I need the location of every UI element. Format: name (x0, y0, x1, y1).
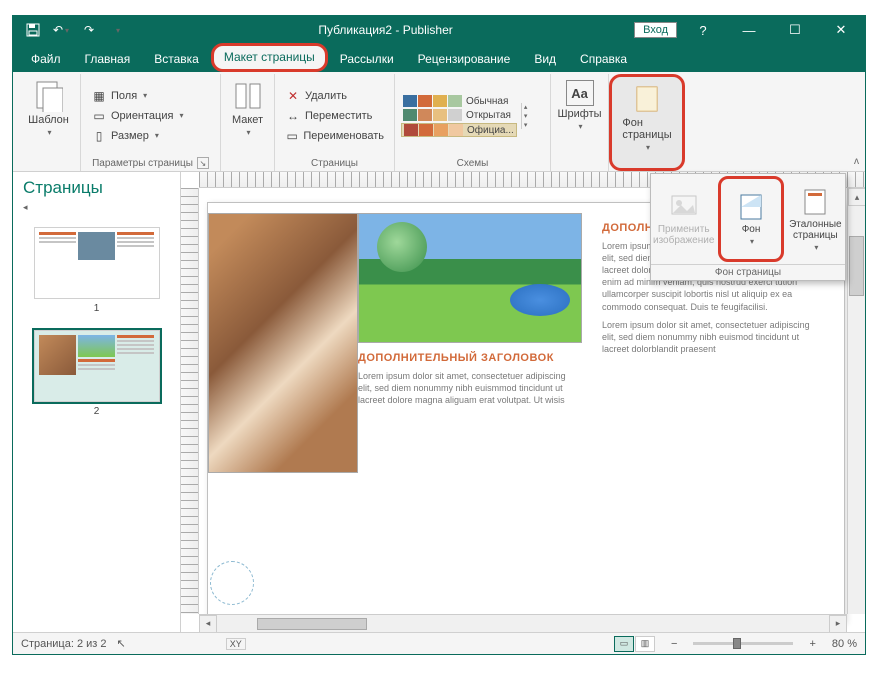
zoom-slider[interactable] (693, 642, 793, 645)
apply-image-icon (669, 192, 699, 222)
undo-icon[interactable]: ↶▾ (49, 18, 73, 42)
cursor-pos-icon: ↖ (117, 637, 126, 650)
nav-title: Страницы (23, 178, 170, 198)
redo-icon[interactable]: ↷ (77, 18, 101, 42)
rename-page-button[interactable]: ▭Переименовать (281, 127, 388, 145)
apply-image-button: Применить изображение (651, 174, 716, 264)
body-text-1[interactable]: Lorem ipsum dolor sit amet, consectetuer… (358, 370, 582, 406)
heading-1[interactable]: ДОПОЛНИТЕЛЬНЫЙ ЗАГОЛОВОК (358, 351, 582, 366)
zoom-out-button[interactable]: − (665, 638, 683, 650)
master-pages-button[interactable]: Эталонные страницы▾ (786, 174, 845, 264)
fonts-button[interactable]: Aa Шрифты▾ (557, 76, 602, 135)
page-indicator[interactable]: Страница: 2 из 2 (21, 638, 107, 650)
size-icon: ▯ (91, 128, 107, 144)
template-icon (33, 80, 65, 112)
template-button[interactable]: Шаблон▾ (23, 76, 74, 141)
ribbon-tabs: Файл Главная Вставка Макет страницы Расс… (13, 44, 865, 72)
maximize-icon[interactable]: ☐ (775, 16, 815, 44)
image-nature[interactable] (358, 213, 582, 343)
delete-icon: ✕ (285, 88, 301, 104)
scheme-open[interactable]: Открытая (401, 109, 517, 121)
object-pos-icon: XY (226, 638, 246, 650)
page-background-button[interactable]: Фон страницы▾ (618, 79, 676, 156)
tab-review[interactable]: Рецензирование (406, 47, 523, 72)
tab-home[interactable]: Главная (73, 47, 143, 72)
close-icon[interactable]: ✕ (821, 16, 861, 44)
orientation-icon: ▭ (91, 108, 107, 124)
margins-button[interactable]: ▦Поля▾ (87, 87, 214, 105)
layout-button[interactable]: Макет▾ (227, 76, 268, 141)
page-navigation-pane: Страницы ◂ 1 2 (13, 172, 181, 632)
login-button[interactable]: Вход (634, 22, 677, 38)
tab-file[interactable]: Файл (19, 47, 73, 72)
help-icon[interactable]: ? (683, 16, 723, 44)
delete-page-button[interactable]: ✕Удалить (281, 87, 388, 105)
image-books[interactable] (208, 213, 358, 473)
view-single-icon[interactable]: ▭ (614, 636, 634, 652)
titlebar: ↶▾ ↷ ▾ Публикация2 - Publisher Вход ? — … (13, 16, 865, 44)
tab-help[interactable]: Справка (568, 47, 639, 72)
page-thumb-2[interactable] (34, 330, 160, 402)
size-button[interactable]: ▯Размер▾ (87, 127, 214, 145)
tab-view[interactable]: Вид (522, 47, 568, 72)
zoom-level[interactable]: 80 % (832, 638, 857, 650)
scrollbar-horizontal[interactable]: ◂▸ (199, 614, 847, 632)
background-icon (736, 192, 766, 222)
master-pages-icon (800, 187, 830, 217)
scheme-official[interactable]: Официа... (401, 123, 517, 137)
ribbon-collapse-icon[interactable]: ʌ (854, 156, 859, 167)
statusbar: Страница: 2 из 2 ↖ XY ▭ ▥ − + 80 % (13, 632, 865, 654)
guide-circle (210, 561, 254, 605)
orientation-button[interactable]: ▭Ориентация▾ (87, 107, 214, 125)
page-background-icon (631, 83, 663, 115)
thumb-1-label: 1 (23, 301, 170, 320)
popup-footer: Фон страницы (651, 264, 845, 280)
ruler-vertical (181, 188, 199, 614)
page-params-launcher[interactable]: ↘ (197, 157, 209, 169)
window-title: Публикация2 - Publisher (137, 23, 634, 37)
move-icon: ↔ (285, 108, 301, 124)
page-thumb-1[interactable] (34, 227, 160, 299)
page-background-popup: Применить изображение Фон▾ Эталонные стр… (650, 173, 846, 281)
scheme-gallery-expand[interactable]: ▴▾▾ (521, 103, 530, 129)
scheme-normal[interactable]: Обычная (401, 95, 517, 107)
rename-icon: ▭ (285, 128, 299, 144)
app-window: ↶▾ ↷ ▾ Публикация2 - Publisher Вход ? — … (12, 15, 866, 655)
minimize-icon[interactable]: — (729, 16, 769, 44)
zoom-in-button[interactable]: + (803, 638, 821, 650)
body-text-3[interactable]: Lorem ipsum dolor sit amet, consectetuer… (602, 319, 826, 355)
tab-mailings[interactable]: Рассылки (328, 47, 406, 72)
layout-icon (232, 80, 264, 112)
view-spread-icon[interactable]: ▥ (635, 636, 655, 652)
qat-customize-icon[interactable]: ▾ (105, 18, 129, 42)
fonts-icon: Aa (566, 80, 594, 106)
ribbon: Шаблон▾ ▦Поля▾ ▭Ориентация▾ ▯Размер▾ Пар… (13, 72, 865, 172)
tab-page-layout[interactable]: Макет страницы (211, 43, 328, 72)
save-icon[interactable] (21, 18, 45, 42)
background-button[interactable]: Фон▾ (718, 176, 783, 262)
move-page-button[interactable]: ↔Переместить (281, 107, 388, 125)
nav-collapse-icon[interactable]: ◂ (23, 198, 170, 217)
scrollbar-vertical[interactable]: ▴ (847, 188, 865, 614)
margins-icon: ▦ (91, 88, 107, 104)
tab-insert[interactable]: Вставка (142, 47, 211, 72)
thumb-2-label: 2 (23, 404, 170, 423)
